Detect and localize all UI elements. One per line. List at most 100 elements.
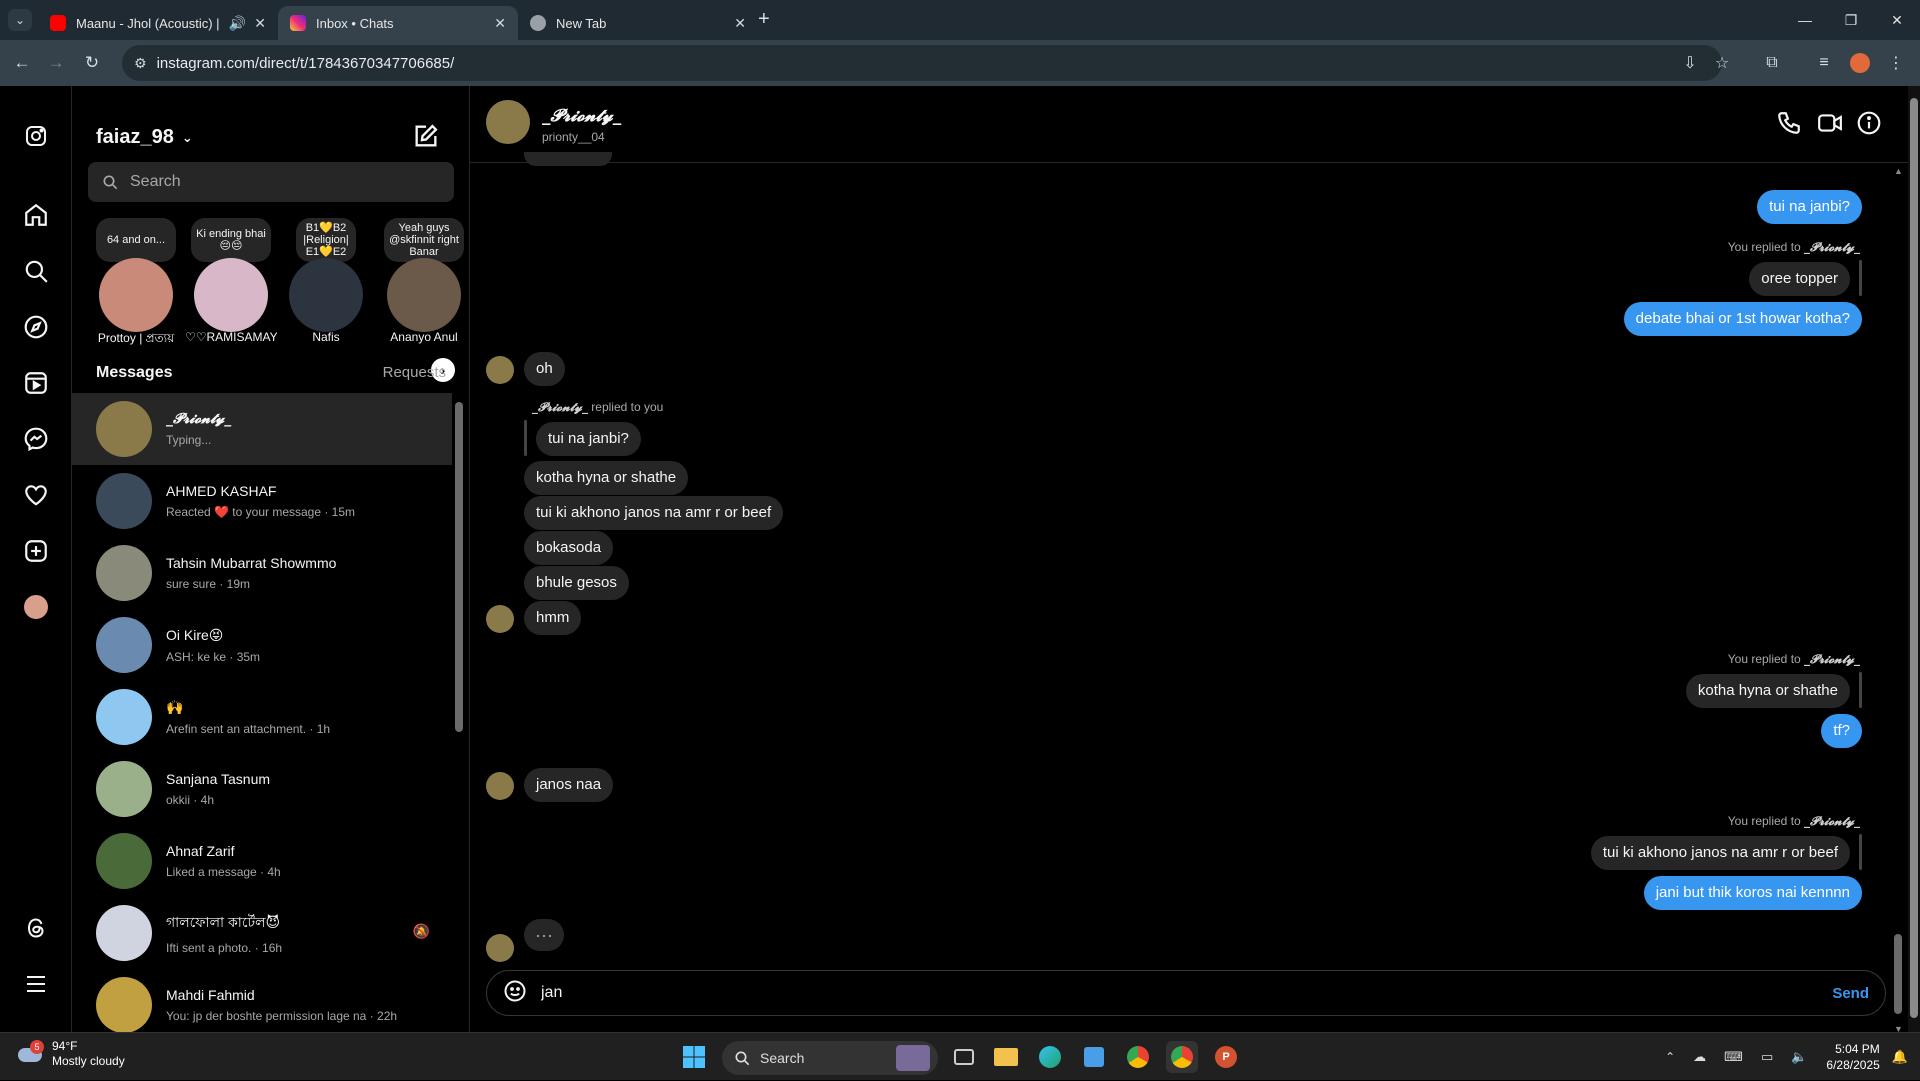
- forward-icon[interactable]: →: [44, 51, 68, 75]
- account-switcher[interactable]: faiaz_98 ⌄: [96, 126, 193, 149]
- powerpoint-icon[interactable]: P: [1210, 1041, 1242, 1073]
- thread-item[interactable]: Sanjana Tasnum okkii · 4h: [72, 753, 452, 825]
- restore-icon[interactable]: ❐: [1828, 0, 1874, 40]
- search-icon[interactable]: [20, 255, 52, 287]
- thread-item[interactable]: Oi Kire😝 ASH: ke ke · 35m: [72, 609, 452, 681]
- reply-context: You replied to _𝓟𝓻𝓲𝓸𝓷𝓽𝔂_: [1728, 240, 1860, 255]
- reload-icon[interactable]: ↻: [80, 51, 104, 75]
- thread-name: গালফোলা কার্টেল😈: [166, 914, 281, 930]
- explore-icon[interactable]: [20, 311, 52, 343]
- page-scrollbar[interactable]: [1908, 86, 1920, 1032]
- thread-preview: Liked a message · 4h: [166, 865, 281, 879]
- onedrive-icon[interactable]: ☁: [1693, 1049, 1706, 1065]
- video-call-icon[interactable]: [1816, 110, 1844, 138]
- file-explorer-icon[interactable]: [990, 1041, 1022, 1073]
- profile-avatar-icon[interactable]: [20, 591, 52, 623]
- thread-item[interactable]: Ahnaf Zarif Liked a message · 4h: [72, 825, 452, 897]
- youtube-icon: [50, 15, 66, 31]
- thread-item[interactable]: গালফোলা কার্টেল😈 Ifti sent a photo. · 16h…: [72, 897, 452, 969]
- back-icon[interactable]: ←: [10, 51, 34, 75]
- thread-item[interactable]: AHMED KASHAF Reacted ❤️ to your message ·…: [72, 465, 452, 537]
- search-icon: [735, 1051, 750, 1066]
- browser-tab-strip: ⌄ Maanu - Jhol (Acoustic) | Ar 🔊 ✕ Inbox…: [0, 0, 1920, 40]
- phone-call-icon[interactable]: [1776, 110, 1804, 138]
- keyboard-icon[interactable]: ⌨: [1724, 1049, 1743, 1065]
- edge-icon[interactable]: [1034, 1041, 1066, 1073]
- tab-search-button[interactable]: ⌄: [8, 9, 32, 31]
- reels-icon[interactable]: [20, 367, 52, 399]
- more-menu-icon[interactable]: [20, 968, 52, 1000]
- tray-overflow-icon[interactable]: ⌃: [1665, 1050, 1675, 1064]
- new-message-icon[interactable]: [412, 122, 442, 152]
- tab-instagram[interactable]: Inbox • Chats ✕: [278, 6, 518, 40]
- messenger-icon[interactable]: [20, 423, 52, 455]
- message-bubble-outgoing: jani but thik koros nai kennnn: [1643, 876, 1862, 910]
- message-composer: Send: [486, 970, 1886, 1016]
- browser-menu-icon[interactable]: ⋮: [1884, 51, 1908, 75]
- reply-target: _𝓟𝓻𝓲𝓸𝓷𝓽𝔂_: [1804, 814, 1860, 828]
- task-view-icon[interactable]: [948, 1041, 980, 1073]
- instagram-logo-icon[interactable]: [20, 120, 52, 152]
- search-input[interactable]: [130, 173, 430, 191]
- site-info-icon[interactable]: ⚙: [134, 55, 147, 72]
- inbox-scrollbar[interactable]: [455, 392, 463, 1022]
- network-icon[interactable]: ▭: [1761, 1049, 1773, 1065]
- thread-item[interactable]: 🙌 Arefin sent an attachment. · 1h: [72, 681, 452, 753]
- emoji-icon[interactable]: [503, 979, 527, 1008]
- create-icon[interactable]: [20, 535, 52, 567]
- home-icon[interactable]: [20, 199, 52, 231]
- reply-context: You replied to _𝓟𝓻𝓲𝓸𝓷𝓽𝔂_: [1728, 814, 1860, 829]
- scroll-up-arrow-icon[interactable]: ▲: [1894, 166, 1903, 176]
- info-icon[interactable]: [1856, 110, 1884, 138]
- thread-item[interactable]: Mahdi Fahmid You: jp der boshte permissio…: [72, 969, 452, 1032]
- quote-bar: [524, 420, 527, 456]
- thread-item[interactable]: _𝓟𝓻𝓲𝓸𝓷𝓽𝔂_ Typing...: [72, 393, 452, 465]
- windows-start-icon[interactable]: [678, 1041, 710, 1073]
- sender-avatar: [486, 605, 514, 633]
- close-window-icon[interactable]: ✕: [1874, 0, 1920, 40]
- requests-link[interactable]: Requests: [383, 364, 446, 382]
- chat-contact-name[interactable]: _𝓟𝓻𝓲𝓸𝓷𝓽𝔂_: [542, 106, 621, 126]
- scroll-thumb[interactable]: [1894, 934, 1902, 1014]
- thread-preview: You: jp der boshte permission lage na · …: [166, 1009, 398, 1023]
- bookmark-star-icon[interactable]: ☆: [1710, 51, 1734, 75]
- send-button[interactable]: Send: [1832, 985, 1869, 1002]
- profile-avatar[interactable]: [1848, 51, 1872, 75]
- close-tab-icon[interactable]: ✕: [734, 15, 746, 32]
- instagram-nav-rail: [0, 86, 72, 1032]
- note-author: ♡♡RAMISAMAY...: [185, 330, 277, 344]
- clock[interactable]: 5:04 PM 6/28/2025: [1826, 1041, 1879, 1073]
- search-box[interactable]: [88, 162, 454, 202]
- notification-bell-icon[interactable]: 🔔: [1892, 1049, 1908, 1065]
- new-tab-button[interactable]: +: [758, 8, 770, 31]
- thread-item[interactable]: Tahsin Mubarrat Showmmo sure sure · 19m: [72, 537, 452, 609]
- store-icon[interactable]: [1078, 1041, 1110, 1073]
- close-tab-icon[interactable]: ✕: [254, 15, 266, 32]
- address-bar[interactable]: ⚙ instagram.com/direct/t/178436703477066…: [122, 45, 1722, 81]
- minimize-icon[interactable]: —: [1782, 0, 1828, 40]
- avatar: [96, 689, 152, 745]
- sender-avatar: [486, 356, 514, 384]
- volume-icon[interactable]: 🔈: [1791, 1049, 1807, 1065]
- tab-new[interactable]: New Tab ✕: [518, 6, 758, 40]
- close-tab-icon[interactable]: ✕: [494, 15, 506, 32]
- extensions-icon[interactable]: ⧉: [1760, 51, 1784, 75]
- tab-youtube[interactable]: Maanu - Jhol (Acoustic) | Ar 🔊 ✕: [38, 6, 278, 40]
- thread-name: Sanjana Tasnum: [166, 771, 271, 787]
- taskbar-search[interactable]: Search: [722, 1041, 938, 1075]
- chrome-icon[interactable]: [1122, 1041, 1154, 1073]
- speaker-icon[interactable]: 🔊: [229, 15, 246, 32]
- message-bubble-incoming: janos naa: [524, 768, 614, 802]
- weather-widget[interactable]: 5 94°F Mostly cloudy: [16, 1039, 125, 1069]
- media-control-icon[interactable]: ≡: [1812, 51, 1836, 75]
- typing-indicator: ···: [524, 919, 564, 951]
- chat-scrollbar[interactable]: ▲ ▼: [1893, 166, 1903, 1034]
- install-app-icon[interactable]: ⇩: [1678, 51, 1702, 75]
- avatar[interactable]: [486, 100, 530, 144]
- chrome-active-icon[interactable]: [1166, 1041, 1198, 1073]
- tab-title: Inbox • Chats: [316, 15, 394, 31]
- heart-icon[interactable]: [20, 479, 52, 511]
- message-input[interactable]: [541, 984, 1833, 1002]
- browser-toolbar: ← → ↻ ⚙ instagram.com/direct/t/178436703…: [0, 40, 1920, 86]
- threads-icon[interactable]: [20, 912, 52, 944]
